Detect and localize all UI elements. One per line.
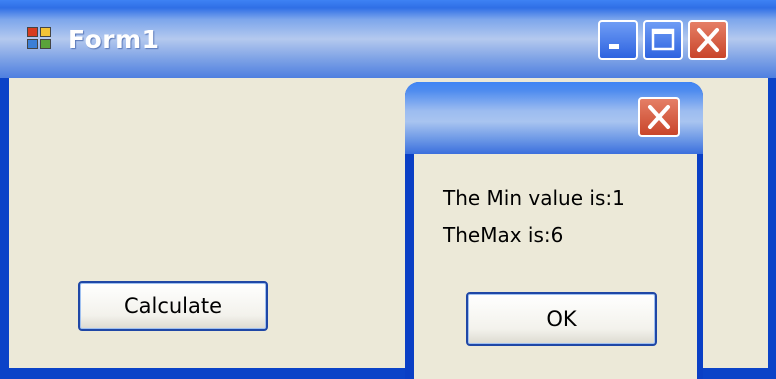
ok-button[interactable]: OK [466, 292, 657, 346]
maximize-icon [651, 28, 675, 51]
max-value-text: TheMax is:6 [443, 223, 564, 247]
app-icon[interactable] [27, 27, 53, 51]
message-box-close-button[interactable] [638, 97, 680, 137]
maximize-button[interactable] [643, 20, 683, 60]
title-bar[interactable]: Form1 [0, 0, 776, 78]
calculate-button[interactable]: Calculate [78, 281, 268, 331]
close-icon [648, 105, 670, 129]
minimize-button[interactable] [598, 20, 638, 60]
minimize-icon [609, 44, 619, 49]
min-value-text: The Min value is:1 [443, 186, 625, 210]
message-box: OK The Min value is:1 TheMax is:6 [405, 82, 703, 379]
close-icon [697, 28, 719, 52]
window-title: Form1 [68, 25, 160, 54]
close-button[interactable] [688, 20, 728, 60]
message-box-title-bar[interactable] [405, 82, 703, 154]
